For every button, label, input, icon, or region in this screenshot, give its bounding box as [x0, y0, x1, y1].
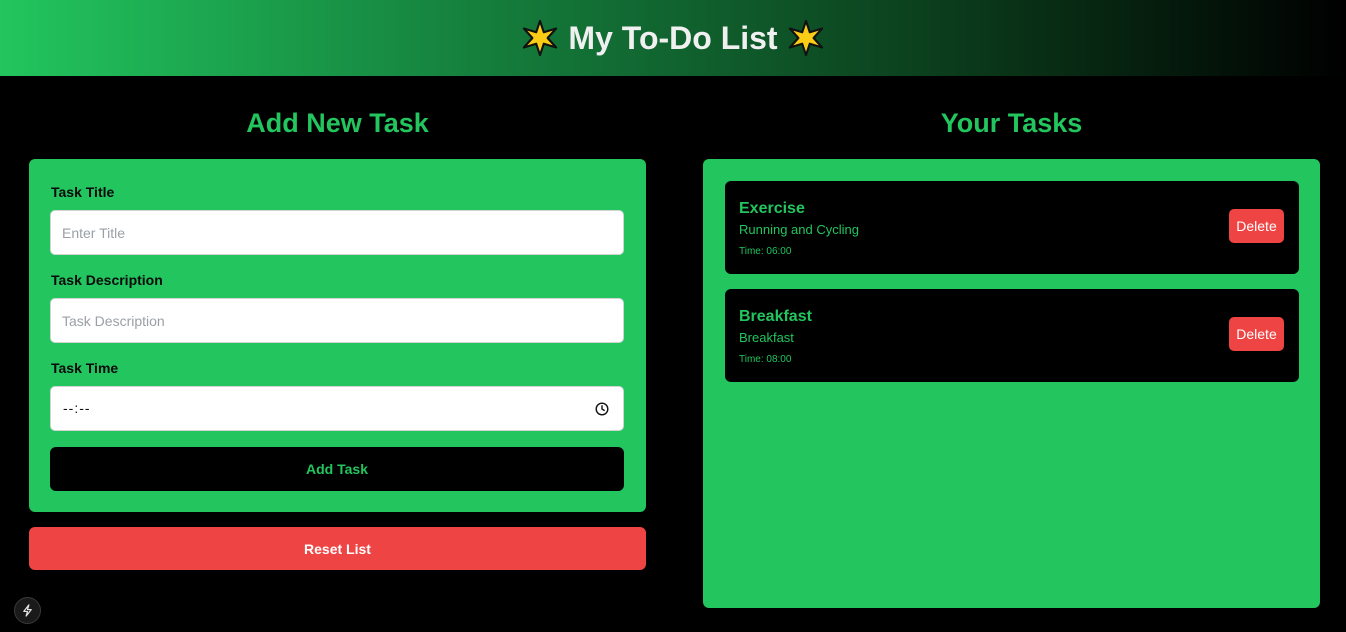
star-icon	[521, 19, 559, 57]
delete-task-button[interactable]: Delete	[1229, 209, 1284, 243]
add-task-form: Task Title Task Description Task Time --…	[29, 159, 646, 512]
task-title-input[interactable]	[50, 210, 624, 255]
star-icon	[787, 19, 825, 57]
clock-icon[interactable]	[595, 402, 609, 416]
task-item: Exercise Running and Cycling Time: 06:00…	[725, 181, 1299, 274]
task-time: Time: 06:00	[739, 246, 792, 257]
add-task-heading: Add New Task	[246, 108, 429, 138]
task-description: Breakfast	[739, 330, 794, 345]
task-description-input[interactable]	[50, 298, 624, 343]
task-title-label: Task Title	[51, 184, 115, 200]
task-item: Breakfast Breakfast Time: 08:00 Delete	[725, 289, 1299, 382]
your-tasks-heading: Your Tasks	[940, 108, 1083, 138]
task-title: Exercise	[739, 200, 805, 217]
task-list: Exercise Running and Cycling Time: 06:00…	[703, 159, 1320, 608]
add-task-button[interactable]: Add Task	[50, 447, 624, 491]
task-time: Time: 08:00	[739, 354, 792, 365]
task-description: Running and Cycling	[739, 222, 859, 237]
task-description-label: Task Description	[51, 272, 163, 288]
app-header: My To-Do List	[0, 0, 1346, 76]
task-title: Breakfast	[739, 308, 812, 325]
task-time-input[interactable]: --:--	[50, 386, 624, 431]
task-time-value: --:--	[63, 400, 91, 416]
delete-task-button[interactable]: Delete	[1229, 317, 1284, 351]
lightning-icon[interactable]	[14, 597, 41, 624]
reset-list-button[interactable]: Reset List	[29, 527, 646, 570]
app-title: My To-Do List	[568, 19, 778, 56]
task-time-label: Task Time	[51, 360, 119, 376]
